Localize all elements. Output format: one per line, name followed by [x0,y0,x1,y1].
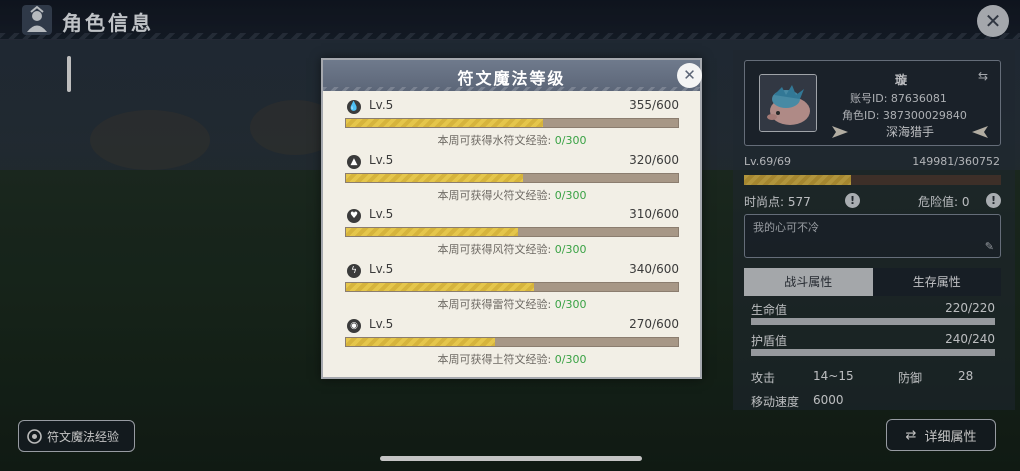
rune-bar [345,227,679,237]
rune-bar [345,337,679,347]
rune-note-text: 本周可获得火符文经验: [437,189,555,202]
rune-note: 本周可获得水符文经验: 0/300 [345,132,679,148]
rune-level-modal: 符文魔法等级 ✕ 💧 Lv.5 355/600 本周可获得水符文经验: 0/30… [321,58,702,379]
rune-note: 本周可获得土符文经验: 0/300 [345,351,679,367]
rune-level: Lv.5 [369,98,394,112]
rune-bar [345,282,679,292]
rune-level: Lv.5 [369,317,394,331]
rune-note-value: 0/300 [554,353,587,366]
rune-bar-fill [346,119,543,127]
rune-row-water: 💧 Lv.5 355/600 本周可获得水符文经验: 0/300 [345,98,679,152]
rune-progress: 270/600 [629,317,679,331]
rune-note: 本周可获得雷符文经验: 0/300 [345,296,679,312]
rune-level: Lv.5 [369,262,394,276]
water-drop-icon: 💧 [347,100,361,114]
rune-note-text: 本周可获得风符文经验: [437,243,555,256]
rune-row-earth: ◉ Lv.5 270/600 本周可获得土符文经验: 0/300 [345,317,679,371]
rune-bar-fill [346,283,535,291]
lightning-icon: ϟ [347,264,361,278]
rune-note-text: 本周可获得雷符文经验: [437,298,555,311]
rune-level: Lv.5 [369,153,394,167]
rune-bar [345,118,679,128]
rune-bar [345,173,679,183]
rune-note-text: 本周可获得土符文经验: [437,353,555,366]
earth-icon: ◉ [347,319,361,333]
rune-row-thunder: ϟ Lv.5 340/600 本周可获得雷符文经验: 0/300 [345,262,679,316]
rune-note: 本周可获得风符文经验: 0/300 [345,241,679,257]
rune-note-value: 0/300 [554,134,587,147]
rune-note: 本周可获得火符文经验: 0/300 [345,187,679,203]
rune-progress: 355/600 [629,98,679,112]
rune-progress: 320/600 [629,153,679,167]
flame-icon: ▲ [347,155,361,169]
rune-note-text: 本周可获得水符文经验: [437,134,555,147]
rune-progress: 310/600 [629,207,679,221]
rune-bar-fill [346,174,523,182]
rune-bar-fill [346,228,518,236]
modal-title: 符文魔法等级 [457,69,566,88]
modal-close-icon[interactable]: ✕ [677,63,702,88]
wind-icon: ♥ [347,209,361,223]
rune-progress: 340/600 [629,262,679,276]
rune-note-value: 0/300 [554,243,587,256]
rune-bar-fill [346,338,496,346]
rune-note-value: 0/300 [554,298,587,311]
modal-header: 符文魔法等级 ✕ [323,60,702,91]
rune-row-wind: ♥ Lv.5 310/600 本周可获得风符文经验: 0/300 [345,207,679,261]
rune-row-fire: ▲ Lv.5 320/600 本周可获得火符文经验: 0/300 [345,153,679,207]
rune-note-value: 0/300 [554,189,587,202]
rune-level: Lv.5 [369,207,394,221]
